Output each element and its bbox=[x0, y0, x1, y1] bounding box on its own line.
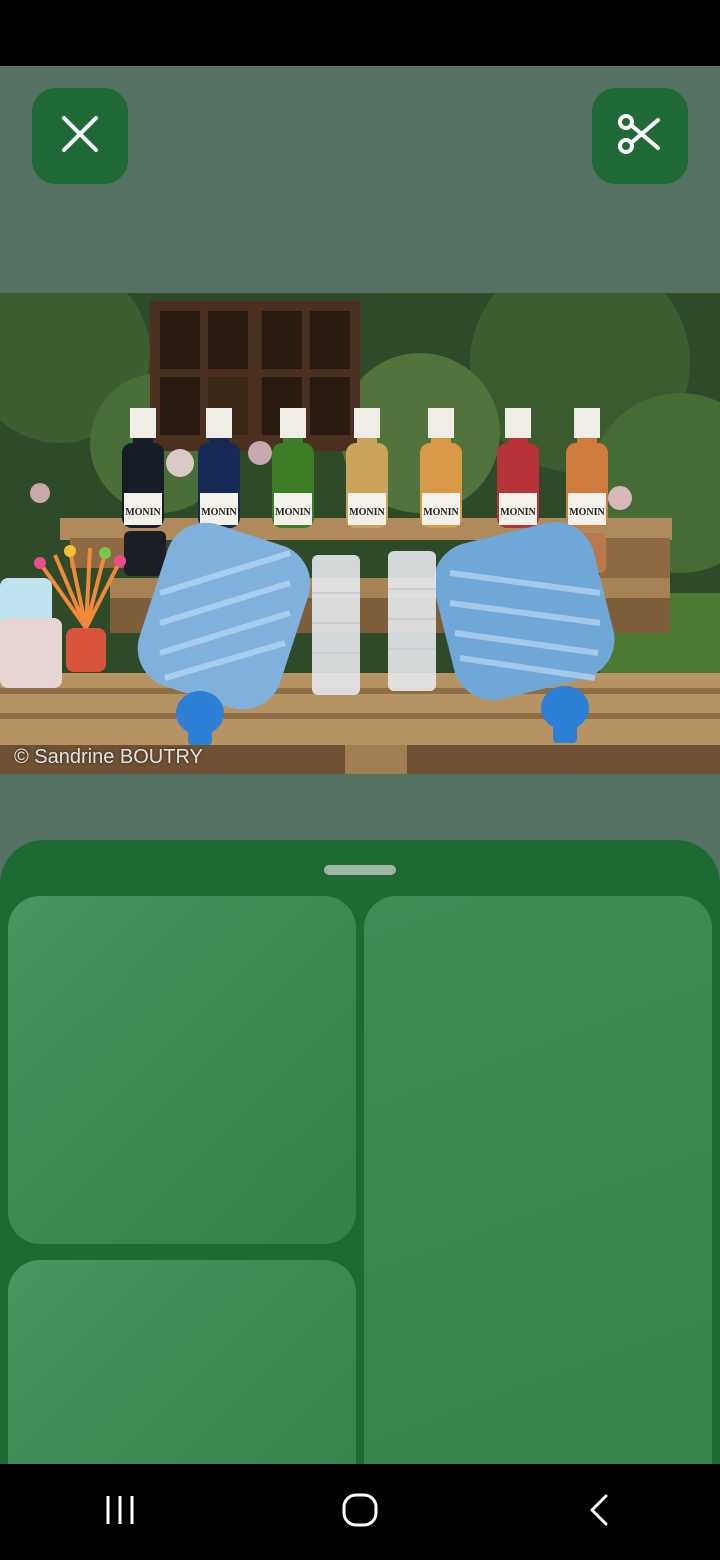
recents-icon bbox=[102, 1492, 138, 1533]
close-icon bbox=[58, 112, 102, 161]
svg-text:MONIN: MONIN bbox=[349, 507, 385, 518]
cut-button[interactable] bbox=[592, 88, 688, 184]
home-icon bbox=[340, 1490, 380, 1535]
svg-text:MONIN: MONIN bbox=[569, 507, 605, 518]
result-card-2[interactable] bbox=[364, 896, 712, 1464]
svg-text:MONIN: MONIN bbox=[201, 507, 237, 518]
result-card-1[interactable] bbox=[8, 896, 356, 1244]
scissors-icon bbox=[616, 110, 664, 163]
svg-text:MONIN: MONIN bbox=[423, 507, 459, 518]
home-button[interactable] bbox=[300, 1464, 420, 1560]
sheet-drag-handle[interactable] bbox=[324, 865, 396, 875]
svg-text:MONIN: MONIN bbox=[275, 507, 311, 518]
recents-button[interactable] bbox=[60, 1464, 180, 1560]
close-button[interactable] bbox=[32, 88, 128, 184]
svg-text:MONIN: MONIN bbox=[125, 507, 161, 518]
back-button[interactable] bbox=[540, 1464, 660, 1560]
back-icon bbox=[582, 1492, 618, 1533]
photo[interactable]: MONIN MONIN MONIN MONIN MONIN MONIN MONI… bbox=[0, 293, 720, 774]
result-card-3[interactable] bbox=[8, 1260, 356, 1464]
photo-illustration: MONIN MONIN MONIN MONIN MONIN MONIN MONI… bbox=[0, 293, 720, 774]
status-bar bbox=[0, 0, 720, 66]
bottom-sheet bbox=[0, 840, 720, 1464]
svg-text:MONIN: MONIN bbox=[500, 507, 536, 518]
photo-watermark: © Sandrine BOUTRY bbox=[14, 746, 203, 768]
navigation-bar bbox=[0, 1464, 720, 1560]
